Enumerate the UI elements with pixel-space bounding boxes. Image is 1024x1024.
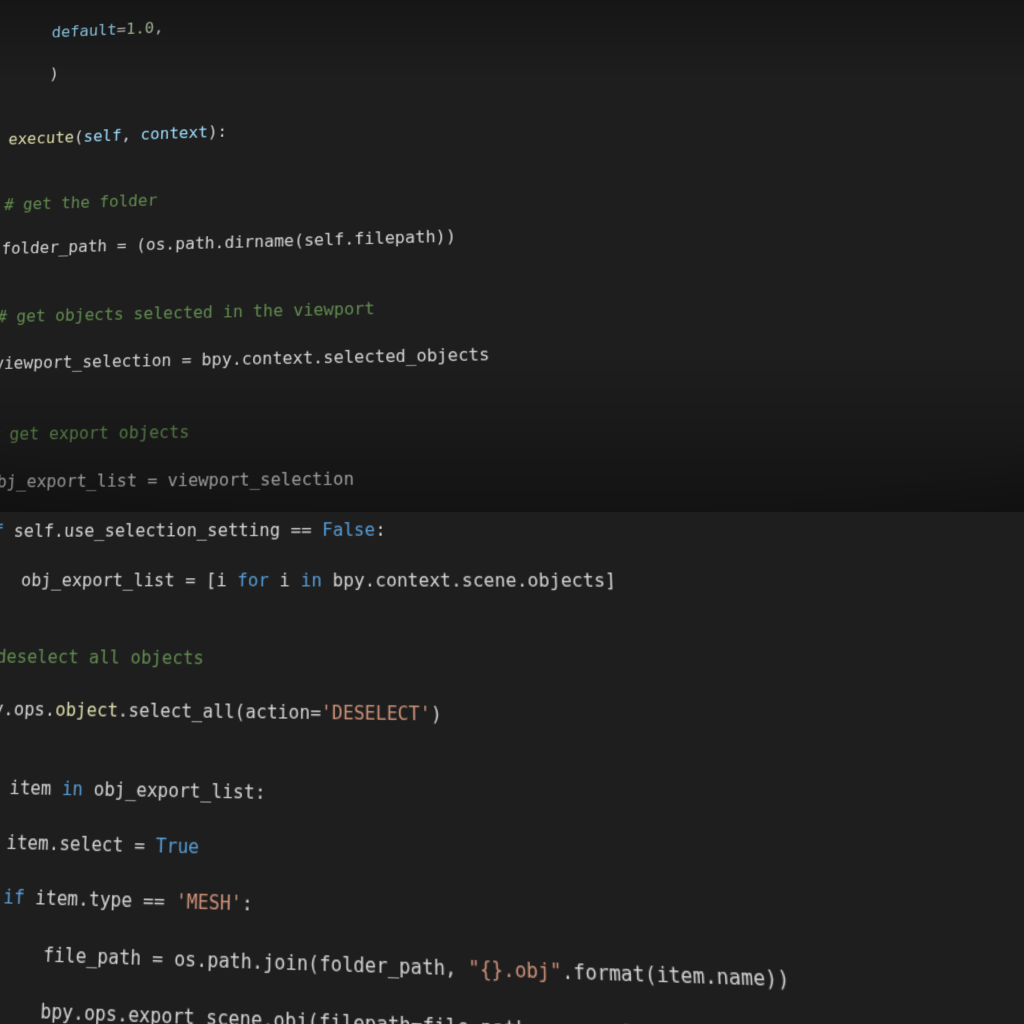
code-line: if item.type == 'MESH': (0, 881, 1024, 953)
code-line: # get the folder (0, 152, 1024, 218)
code-line: if self.use_selection_setting == False: (0, 512, 1024, 543)
code-line (0, 379, 1024, 400)
code-line: viewport_selection = bpy.context.selecte… (0, 327, 1024, 377)
code-line (0, 618, 1024, 624)
code-line: obj_export_list = viewport_selection (0, 458, 1024, 495)
code-line (0, 747, 1024, 769)
code-line: # get export objects (0, 405, 1024, 447)
code-line: bpy.ops.object.select_all(action='DESELE… (0, 695, 1024, 740)
editor-viewport: min=0.01, max=1000.0, default=1.0, ) def… (0, 0, 1024, 512)
code-block: min=0.01, max=1000.0, default=1.0, ) def… (0, 0, 1024, 1024)
code-line: # deselect all objects (0, 644, 1024, 682)
code-line: # get objects selected in the viewport (0, 276, 1024, 331)
code-line: for item in obj_export_list: (0, 773, 1024, 829)
code-line: item.select = True (0, 826, 1024, 890)
code-line: obj_export_list = [i for i in bpy.contex… (0, 568, 1024, 596)
code-line: def execute(self, context): (0, 81, 1024, 154)
